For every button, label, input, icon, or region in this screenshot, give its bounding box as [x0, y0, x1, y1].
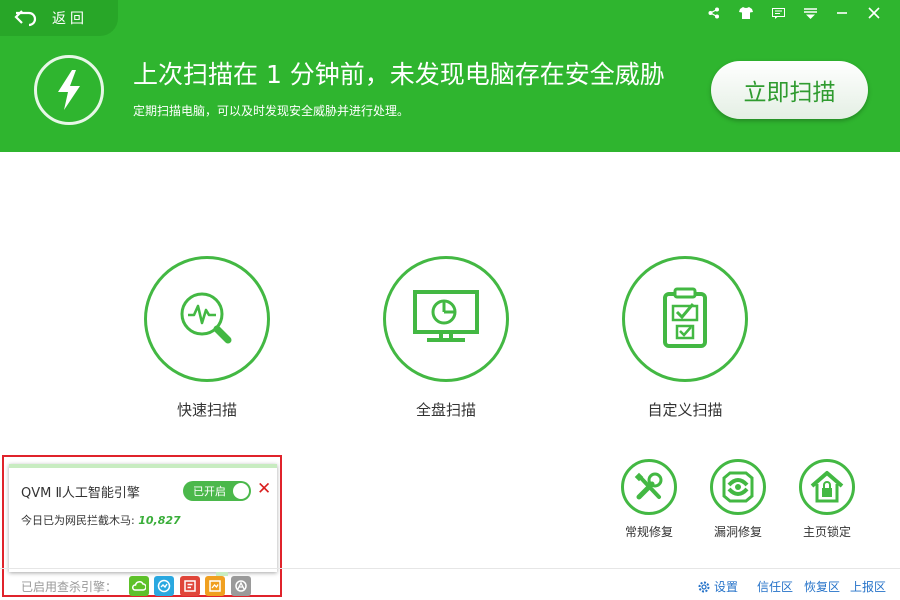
homepage-lock-label: 主页锁定 [802, 525, 851, 539]
routine-repair-label: 常规修复 [624, 525, 673, 539]
message-icon[interactable] [762, 4, 794, 22]
share-icon[interactable] [698, 4, 730, 22]
gear-icon [698, 581, 710, 592]
vulnerability-repair-label: 漏洞修复 [713, 525, 762, 539]
full-scan-button[interactable] [383, 256, 509, 382]
full-scan-label: 全盘扫描 [415, 401, 476, 419]
back-label: 返回 [52, 11, 88, 27]
scan-status-subline: 定期扫描电脑，可以及时发现安全威胁并进行处理。 [133, 104, 410, 118]
engines-label: 已启用查杀引擎： [21, 580, 118, 594]
top-banner: 返回 上次扫描在 1 分钟前，未发现电脑存在安全威胁 定期扫描电脑，可以及时发现… [0, 0, 900, 152]
routine-repair-button[interactable] [621, 459, 677, 515]
menu-icon[interactable] [794, 4, 826, 22]
shirt-icon[interactable] [730, 4, 762, 22]
trust-zone-link[interactable]: 信任区 [757, 578, 793, 595]
custom-scan-button[interactable] [622, 256, 748, 382]
cloud-engine-icon[interactable] [129, 576, 149, 596]
qvm-engine-icon[interactable] [154, 576, 174, 596]
local-engine-icon[interactable] [205, 576, 225, 596]
restore-zone-link[interactable]: 恢复区 [804, 578, 840, 595]
checklist-icon [663, 287, 707, 348]
close-icon[interactable] [858, 4, 890, 22]
lightning-bolt-icon [34, 55, 104, 125]
minimize-icon[interactable] [826, 4, 858, 22]
homepage-lock-button[interactable] [799, 459, 855, 515]
monitor-icon [413, 290, 479, 342]
back-arrow-icon [14, 10, 37, 27]
status-bar: 已启用查杀引擎： 设置 信任区 恢复区 上报区 [0, 568, 900, 600]
scan-now-button[interactable]: 立即扫描 [711, 61, 868, 119]
quick-scan-label: 快速扫描 [176, 401, 237, 419]
custom-scan-label: 自定义扫描 [647, 401, 723, 419]
quick-scan-button[interactable] [144, 256, 270, 382]
home-lock-icon [810, 471, 844, 503]
back-button[interactable]: 返回 [0, 0, 118, 36]
report-zone-link[interactable]: 上报区 [850, 578, 886, 595]
avira-engine-icon[interactable] [231, 576, 251, 596]
scan-status-headline: 上次扫描在 1 分钟前，未发现电脑存在安全威胁 [133, 60, 665, 89]
system-repair-engine-icon[interactable] [180, 576, 200, 596]
quick-scan-icon [180, 292, 232, 344]
window-controls [698, 4, 890, 22]
shield-repair-icon [722, 471, 754, 503]
vulnerability-repair-button[interactable] [710, 459, 766, 515]
tools-icon [634, 472, 663, 500]
settings-label: 设置 [714, 580, 739, 594]
settings-link[interactable]: 设置 [697, 578, 738, 595]
